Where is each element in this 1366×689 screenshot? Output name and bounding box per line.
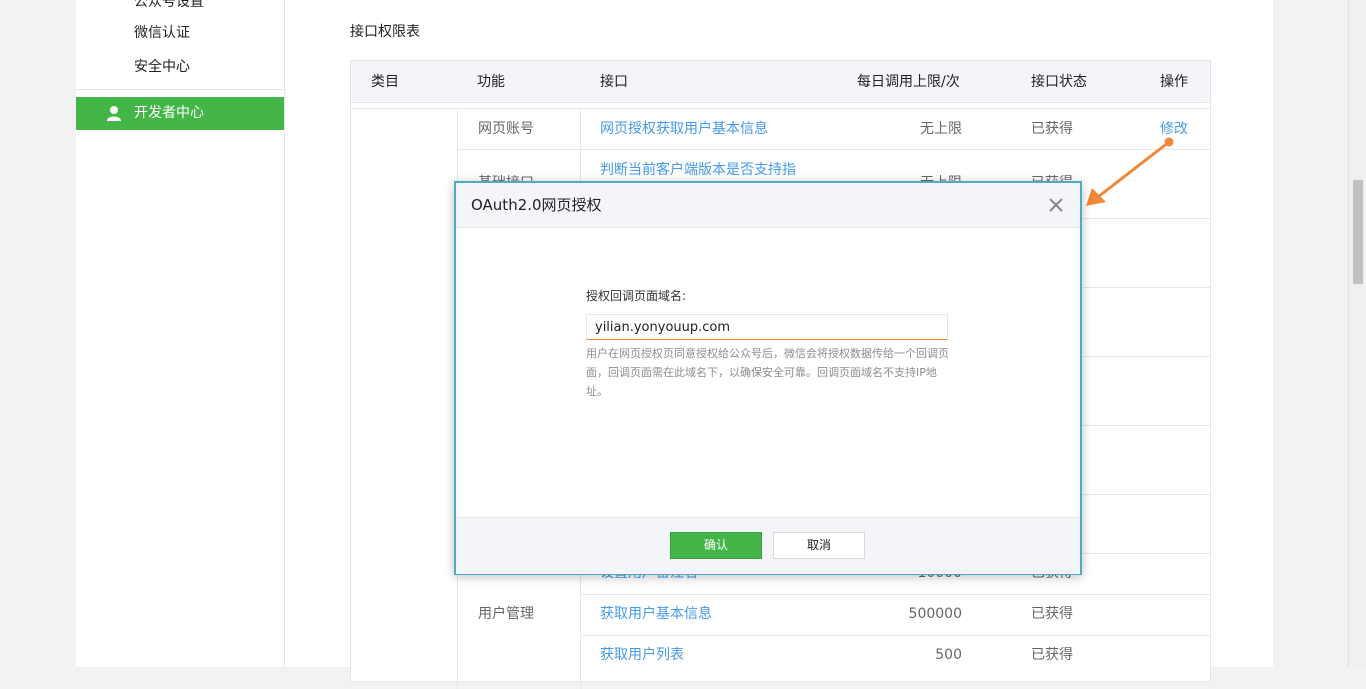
- scrollbar-thumb[interactable]: [1353, 180, 1363, 284]
- cell-api-link[interactable]: 判断当前客户端版本是否支持指: [600, 160, 796, 180]
- cell-api-link[interactable]: 网页授权获取用户基本信息: [600, 119, 768, 139]
- cell-limit: 无上限: [920, 121, 962, 137]
- dialog-title: OAuth2.0网页授权: [471, 196, 602, 214]
- header-limit: 每日调用上限/次: [857, 74, 960, 90]
- cell-status: 已获得: [1031, 606, 1073, 622]
- cell-limit: 500000: [908, 606, 962, 622]
- cell-api-link[interactable]: 获取用户列表: [600, 645, 684, 665]
- annotation-arrow-icon: [1086, 137, 1174, 206]
- row-divider: [580, 594, 1210, 595]
- callback-domain-input[interactable]: [586, 314, 948, 340]
- cell-status: 已获得: [1031, 121, 1073, 137]
- header-function: 功能: [477, 74, 505, 90]
- sidebar-item-wechat-verify[interactable]: 微信认证: [134, 23, 190, 43]
- sidebar-item-label: 开发者中心: [134, 105, 204, 121]
- domain-field-label: 授权回调页面域名:: [586, 289, 687, 303]
- sidebar-item-developer-center[interactable]: 开发者中心: [76, 97, 284, 130]
- row-divider: [351, 108, 1210, 109]
- header-api: 接口: [600, 74, 628, 90]
- oauth-dialog: OAuth2.0网页授权 授权回调页面域名: 用户在网页授权页同意授权给公众号后…: [454, 181, 1082, 575]
- dialog-header: OAuth2.0网页授权: [456, 183, 1080, 228]
- header-category: 类目: [371, 74, 399, 90]
- table-header: 类目 功能 接口 每日调用上限/次 接口状态 操作: [351, 61, 1210, 103]
- cell-function: 用户管理: [478, 606, 534, 622]
- sidebar: 公众号设置 微信认证 安全中心 开发者中心: [76, 0, 285, 667]
- dialog-footer: 确认 取消: [456, 517, 1080, 574]
- sidebar-item-security[interactable]: 安全中心: [134, 57, 190, 77]
- cell-limit: 500: [935, 647, 962, 663]
- user-icon: [107, 106, 121, 121]
- header-op: 操作: [1160, 74, 1188, 90]
- cancel-button[interactable]: 取消: [773, 532, 865, 559]
- page-scrollbar[interactable]: [1348, 0, 1366, 667]
- sidebar-item-account-settings[interactable]: 公众号设置: [134, 0, 204, 12]
- close-icon[interactable]: [1046, 195, 1066, 215]
- page-title: 接口权限表: [350, 24, 420, 40]
- cell-status: 已获得: [1031, 647, 1073, 663]
- confirm-button[interactable]: 确认: [670, 532, 762, 559]
- domain-field-tip: 用户在网页授权页同意授权给公众号后，微信会将授权数据传给一个回调页面，回调页面需…: [586, 347, 949, 398]
- cell-function: 网页账号: [478, 121, 534, 137]
- cell-api-link[interactable]: 获取用户基本信息: [600, 604, 712, 624]
- row-divider: [580, 635, 1210, 636]
- sidebar-divider: [76, 89, 284, 90]
- header-status: 接口状态: [1031, 74, 1087, 90]
